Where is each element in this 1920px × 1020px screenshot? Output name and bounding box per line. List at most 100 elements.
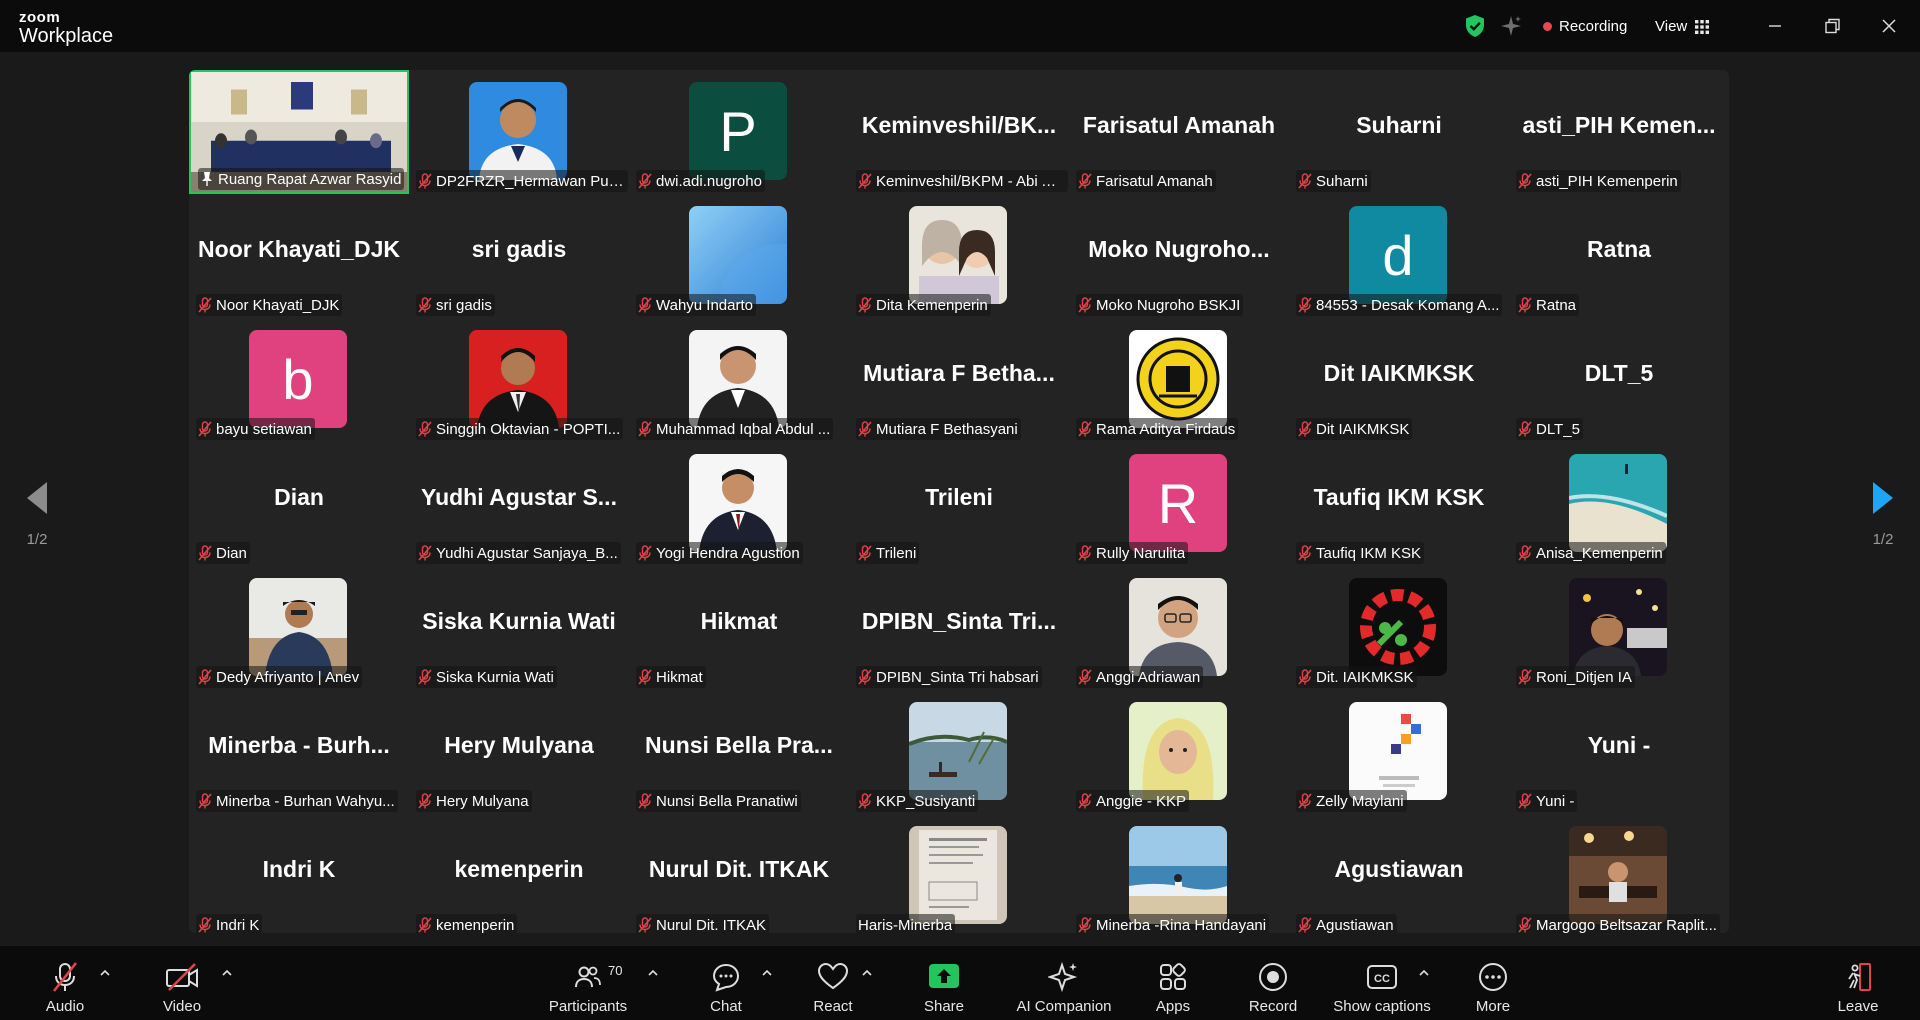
apps-button[interactable]: Apps [1152, 946, 1194, 1020]
participant-tile[interactable]: Nunsi Bella Pra... Nunsi Bella Pranatiwi [629, 690, 849, 814]
next-page-nav[interactable]: 1/2 [1866, 480, 1900, 548]
mic-muted-icon [198, 917, 212, 933]
participant-tile[interactable]: Dedy Afriyanto | Anev [189, 566, 409, 690]
participant-name: Dit IAIKMKSK [1316, 420, 1410, 438]
avatar-photo [1569, 454, 1667, 552]
participant-tile[interactable]: Zelly Maylani [1289, 690, 1509, 814]
participant-tile[interactable]: kemenperin kemenperin [409, 814, 629, 933]
participant-name-label: Yuni - [1516, 790, 1578, 812]
mic-muted-icon [418, 669, 432, 685]
participant-name-label: Minerba -Rina Handayani [1076, 914, 1270, 933]
participant-tile[interactable]: Minerba -Rina Handayani [1069, 814, 1289, 933]
restore-icon[interactable] [1820, 14, 1844, 38]
participant-tile[interactable]: Margogo Beltsazar Raplit... [1509, 814, 1729, 933]
participant-name-label: Hikmat [636, 666, 706, 688]
prev-page-nav[interactable]: 1/2 [20, 480, 54, 548]
video-options-chevron-icon[interactable] [220, 966, 234, 980]
participant-tile[interactable]: Muhammad Iqbal Abdul ... [629, 318, 849, 442]
show-captions-button[interactable]: CC Show captions [1332, 946, 1432, 1020]
participant-tile[interactable]: Singgih Oktavian - POPTI... [409, 318, 629, 442]
participant-tile[interactable]: Minerba - Burh... Minerba - Burhan Wahyu.… [189, 690, 409, 814]
participant-tile[interactable]: Dita Kemenperin [849, 194, 1069, 318]
participant-tile[interactable]: Farisatul Amanah Farisatul Amanah [1069, 70, 1289, 194]
participants-label: Participants [548, 998, 628, 1015]
participant-tile[interactable]: Wahyu Indarto [629, 194, 849, 318]
react-options-chevron-icon[interactable] [860, 966, 874, 980]
ai-companion-button[interactable]: AI Companion [1013, 946, 1115, 1020]
participant-tile[interactable]: Anisa_Kemenperin [1509, 442, 1729, 566]
participant-tile[interactable]: Nurul Dit. ITKAK Nurul Dit. ITKAK [629, 814, 849, 933]
avatar-initial: R [1129, 454, 1227, 552]
participant-tile[interactable]: Ruang Rapat Azwar Rasyid [189, 70, 409, 194]
participant-name: Keminveshil/BKPM - Abi Al Ir... [876, 172, 1065, 190]
chat-button[interactable]: Chat [703, 946, 749, 1020]
participant-tile[interactable]: Hery Mulyana Hery Mulyana [409, 690, 629, 814]
participant-name: Haris-Minerba [858, 916, 953, 934]
participant-tile[interactable]: Ratna Ratna [1509, 194, 1729, 318]
participant-tile[interactable]: Yudhi Agustar S... Yudhi Agustar Sanjaya_… [409, 442, 629, 566]
next-page-icon[interactable] [1871, 480, 1895, 516]
video-button[interactable]: Video [158, 946, 206, 1020]
participant-name-label: Wahyu Indarto [636, 294, 756, 316]
minimize-icon[interactable] [1763, 14, 1787, 38]
participant-tile[interactable]: Siska Kurnia Wati Siska Kurnia Wati [409, 566, 629, 690]
audio-button[interactable]: Audio [38, 946, 92, 1020]
encryption-shield-icon[interactable] [1464, 14, 1486, 38]
participant-tile[interactable]: Anggi Adriawan [1069, 566, 1289, 690]
captions-options-chevron-icon[interactable] [1417, 966, 1431, 980]
record-button[interactable]: Record [1246, 946, 1300, 1020]
participants-options-chevron-icon[interactable] [646, 966, 660, 980]
close-icon[interactable] [1877, 14, 1901, 38]
participant-tile[interactable]: Hikmat Hikmat [629, 566, 849, 690]
participant-tile[interactable]: Yogi Hendra Agustion [629, 442, 849, 566]
participant-tile[interactable]: Yuni - Yuni - [1509, 690, 1729, 814]
participant-tile[interactable]: Rama Aditya Firdaus [1069, 318, 1289, 442]
prev-page-icon[interactable] [25, 480, 49, 516]
chat-options-chevron-icon[interactable] [760, 966, 774, 980]
participant-name: sri gadis [436, 296, 492, 314]
view-button[interactable]: View [1655, 18, 1710, 35]
react-button[interactable]: React [808, 946, 858, 1020]
participant-tile[interactable]: Anggie - KKP [1069, 690, 1289, 814]
participant-name: Trileni [876, 544, 917, 562]
participant-tile[interactable]: Dit. IAIKMKSK [1289, 566, 1509, 690]
participant-tile[interactable]: DP2FRZR_Hermawan Puji... [409, 70, 629, 194]
participant-tile[interactable]: b bayu setiawan [189, 318, 409, 442]
more-button[interactable]: More [1470, 946, 1516, 1020]
ai-sparkle-icon[interactable] [1499, 14, 1523, 38]
participant-tile[interactable]: DPIBN_Sinta Tri... DPIBN_Sinta Tri habsar… [849, 566, 1069, 690]
audio-options-chevron-icon[interactable] [98, 966, 112, 980]
mic-muted-icon [418, 545, 432, 561]
participant-tile[interactable]: asti_PIH Kemen... asti_PIH Kemenperin [1509, 70, 1729, 194]
participant-tile[interactable]: Moko Nugroho... Moko Nugroho BSKJI [1069, 194, 1289, 318]
participant-tile[interactable]: Taufiq IKM KSK Taufiq IKM KSK [1289, 442, 1509, 566]
participant-name: Wahyu Indarto [656, 296, 753, 314]
participant-tile[interactable]: Suharni Suharni [1289, 70, 1509, 194]
participant-tile[interactable]: Agustiawan Agustiawan [1289, 814, 1509, 933]
participant-name: Dedy Afriyanto | Anev [216, 668, 360, 686]
participant-tile[interactable]: DLT_5 DLT_5 [1509, 318, 1729, 442]
participant-tile[interactable]: Keminveshil/BK... Keminveshil/BKPM - Abi … [849, 70, 1069, 194]
participant-tile[interactable]: Dian Dian [189, 442, 409, 566]
leave-button[interactable]: Leave [1836, 946, 1880, 1020]
participant-tile[interactable]: Trileni Trileni [849, 442, 1069, 566]
participant-tile[interactable]: Roni_Ditjen IA [1509, 566, 1729, 690]
participant-tile[interactable]: Dit IAIKMKSK Dit IAIKMKSK [1289, 318, 1509, 442]
participant-name-label: Taufiq IKM KSK [1296, 542, 1425, 564]
participant-tile[interactable]: Pdwi.adi.nugroho [629, 70, 849, 194]
participant-name-label: Dit IAIKMKSK [1296, 418, 1413, 440]
participant-tile[interactable]: Haris-Minerba [849, 814, 1069, 933]
participant-tile[interactable]: d 84553 - Desak Komang A... [1289, 194, 1509, 318]
participant-tile[interactable]: KKP_Susiyanti [849, 690, 1069, 814]
participant-tile[interactable]: Indri K Indri K [189, 814, 409, 933]
participant-tile[interactable]: Noor Khayati_DJK Noor Khayati_DJK [189, 194, 409, 318]
participant-name: DLT_5 [1536, 420, 1580, 438]
participant-name: Ruang Rapat Azwar Rasyid [218, 170, 402, 188]
recording-indicator[interactable]: Recording [1543, 18, 1627, 35]
participant-name-label: Trileni [856, 542, 920, 564]
participant-tile[interactable]: Mutiara F Betha... Mutiara F Bethasyani [849, 318, 1069, 442]
participant-tile[interactable]: R Rully Narulita [1069, 442, 1289, 566]
participant-tile[interactable]: sri gadis sri gadis [409, 194, 629, 318]
participants-button[interactable]: Participants [548, 946, 628, 1020]
share-button[interactable]: Share [919, 946, 969, 1020]
